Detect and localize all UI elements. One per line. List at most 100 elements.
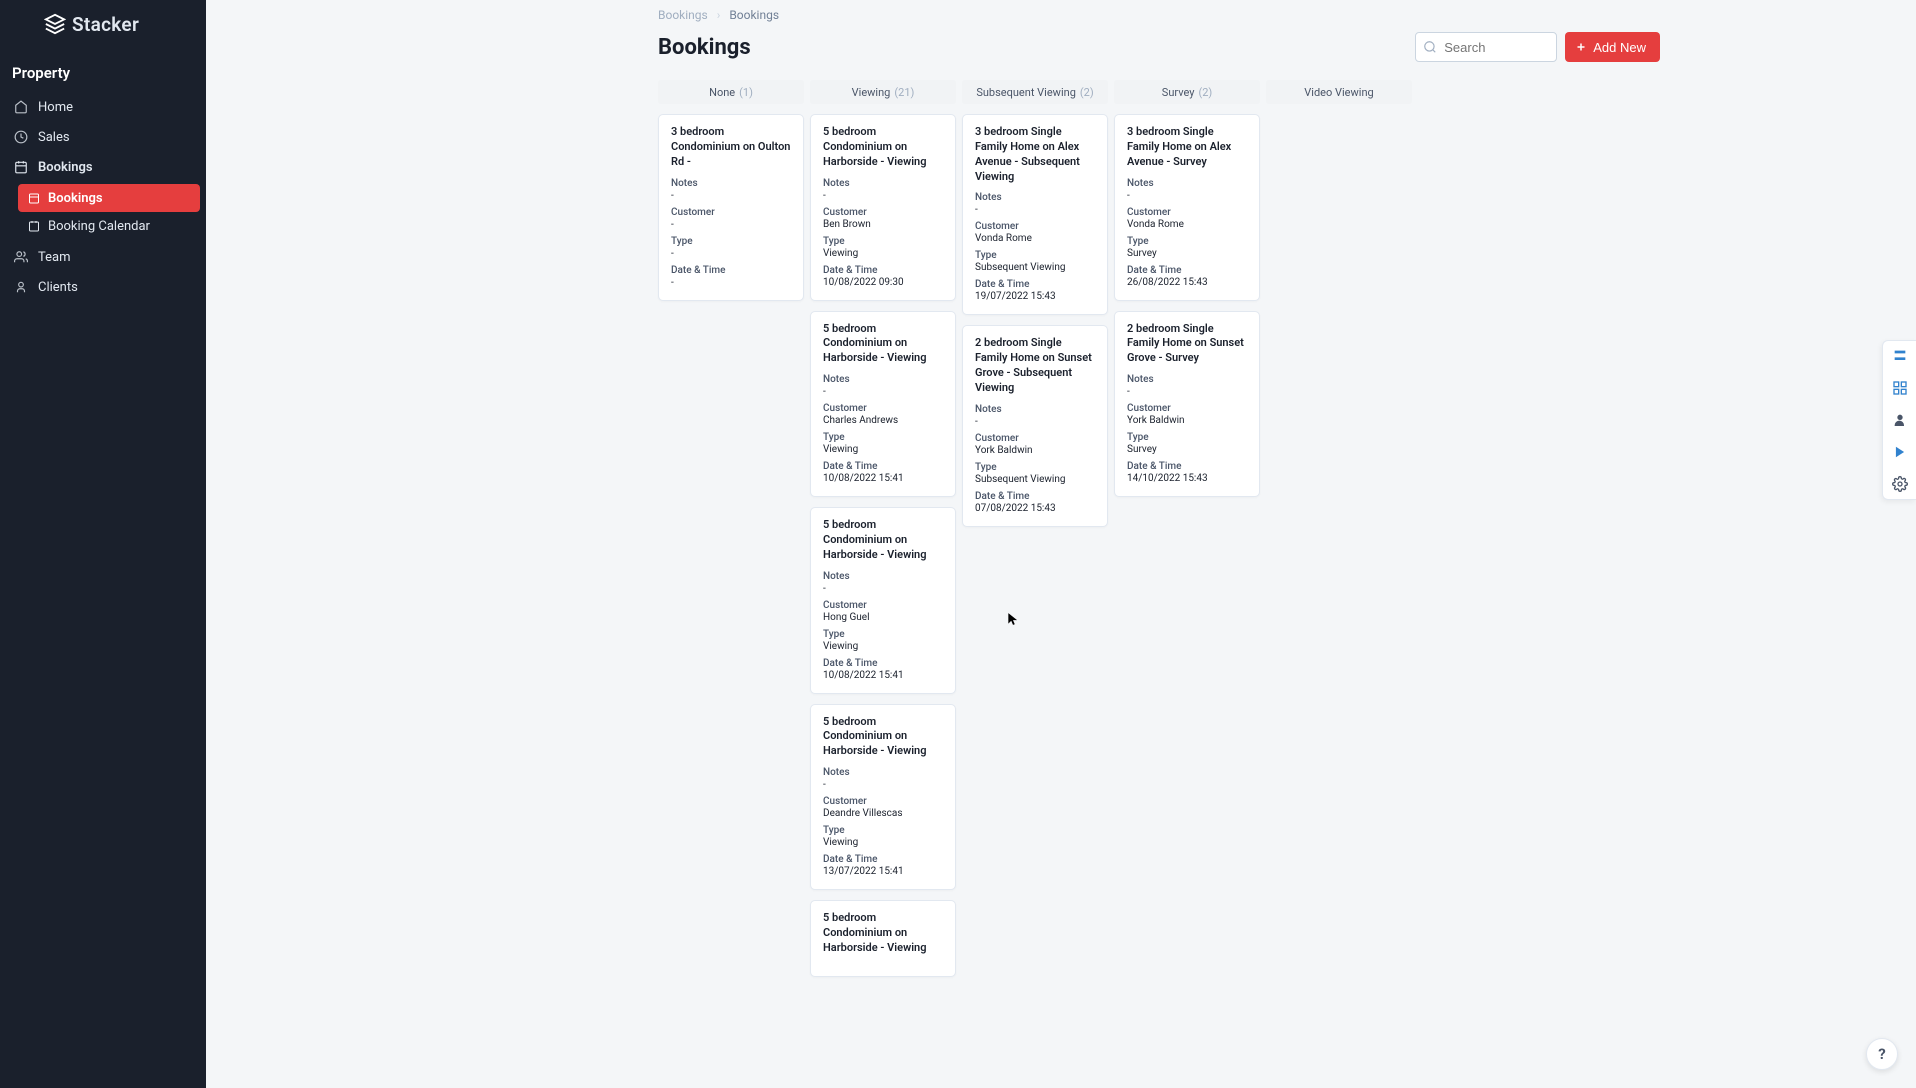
column-header[interactable]: Subsequent Viewing(2)	[962, 80, 1108, 104]
booking-card[interactable]: 5 bedroom Condominium on Harborside - Vi…	[810, 507, 956, 694]
card-field-label: Date & Time	[975, 491, 1095, 502]
card-field: Type Viewing	[823, 432, 943, 455]
booking-card[interactable]: 3 bedroom Single Family Home on Alex Ave…	[1114, 114, 1260, 301]
card-field-value: -	[1127, 190, 1247, 201]
column-name: Viewing	[852, 86, 891, 99]
add-new-button[interactable]: Add New	[1565, 32, 1660, 62]
card-field-label: Type	[823, 629, 943, 640]
card-field-value: York Baldwin	[1127, 415, 1247, 426]
card-field-label: Notes	[975, 192, 1095, 203]
card-field: Date & Time 19/07/2022 15:43	[975, 279, 1095, 302]
card-field-value: Subsequent Viewing	[975, 262, 1095, 273]
nav-home-label: Home	[38, 100, 73, 115]
search-icon	[1423, 40, 1437, 54]
help-button[interactable]: ?	[1866, 1038, 1898, 1070]
booking-card[interactable]: 2 bedroom Single Family Home on Sunset G…	[962, 325, 1108, 526]
card-field: Type -	[671, 236, 791, 259]
card-title: 3 bedroom Single Family Home on Alex Ave…	[975, 125, 1095, 184]
card-field-value: Viewing	[823, 837, 943, 848]
card-field-label: Notes	[823, 178, 943, 189]
card-field: Notes -	[823, 767, 943, 790]
booking-card[interactable]: 2 bedroom Single Family Home on Sunset G…	[1114, 311, 1260, 498]
card-field-label: Notes	[1127, 374, 1247, 385]
calendar-small-icon	[28, 192, 40, 204]
card-field-value: Subsequent Viewing	[975, 474, 1095, 485]
column-header[interactable]: Video Viewing	[1266, 80, 1412, 104]
card-field-value: -	[671, 219, 791, 230]
card-field-label: Type	[1127, 236, 1247, 247]
booking-card[interactable]: 3 bedroom Condominium on Oulton Rd - Not…	[658, 114, 804, 301]
card-field: Notes -	[1127, 178, 1247, 201]
column-count: (1)	[739, 86, 753, 99]
kanban-column: Video Viewing	[1266, 80, 1412, 987]
calendar-alt-icon	[28, 220, 40, 232]
nav-clients[interactable]: Clients	[0, 272, 206, 302]
card-field-value: 07/08/2022 15:43	[975, 503, 1095, 514]
home-icon	[14, 100, 28, 114]
card-field-value: 10/08/2022 15:41	[823, 473, 943, 484]
brand-logo[interactable]: Stacker	[0, 0, 206, 48]
breadcrumb-parent[interactable]: Bookings	[658, 8, 708, 22]
nav-sales-label: Sales	[38, 130, 70, 145]
card-field-label: Notes	[671, 178, 791, 189]
tool-grid-icon[interactable]	[1891, 379, 1909, 397]
tool-play-icon[interactable]	[1891, 443, 1909, 461]
tool-inspector-icon[interactable]	[1891, 347, 1909, 365]
card-title: 3 bedroom Single Family Home on Alex Ave…	[1127, 125, 1247, 170]
sidebar-section-title: Property	[0, 48, 206, 92]
card-field: Customer -	[671, 207, 791, 230]
card-field-label: Date & Time	[975, 279, 1095, 290]
card-field: Notes -	[823, 571, 943, 594]
card-field-value: Viewing	[823, 248, 943, 259]
card-field: Date & Time 07/08/2022 15:43	[975, 491, 1095, 514]
card-field-label: Notes	[823, 767, 943, 778]
sub-nav-calendar[interactable]: Booking Calendar	[18, 212, 200, 240]
nav-bookings[interactable]: Bookings	[0, 152, 206, 182]
kanban-board[interactable]: None(1) 3 bedroom Condominium on Oulton R…	[206, 80, 1916, 1088]
sidebar: Stacker Property Home Sales Bookings Boo…	[0, 0, 206, 1088]
calendar-icon	[14, 160, 28, 174]
card-title: 5 bedroom Condominium on Harborside - Vi…	[823, 518, 943, 563]
booking-card[interactable]: 3 bedroom Single Family Home on Alex Ave…	[962, 114, 1108, 315]
card-field-value: -	[823, 779, 943, 790]
card-field-label: Type	[975, 462, 1095, 473]
column-header[interactable]: Viewing(21)	[810, 80, 956, 104]
nav-sales[interactable]: Sales	[0, 122, 206, 152]
card-field: Date & Time -	[671, 265, 791, 288]
card-field-label: Notes	[1127, 178, 1247, 189]
booking-card[interactable]: 5 bedroom Condominium on Harborside - Vi…	[810, 900, 956, 977]
card-field-label: Type	[1127, 432, 1247, 443]
card-field-value: Viewing	[823, 641, 943, 652]
card-field-value: -	[823, 190, 943, 201]
card-field-value: 10/08/2022 09:30	[823, 277, 943, 288]
column-header[interactable]: None(1)	[658, 80, 804, 104]
column-name: Video Viewing	[1304, 86, 1373, 99]
sub-nav-calendar-label: Booking Calendar	[48, 219, 150, 234]
card-field-value: -	[823, 583, 943, 594]
nav-team[interactable]: Team	[0, 242, 206, 272]
booking-card[interactable]: 5 bedroom Condominium on Harborside - Vi…	[810, 114, 956, 301]
card-field: Date & Time 13/07/2022 15:41	[823, 854, 943, 877]
sub-nav: Bookings Booking Calendar	[18, 184, 200, 240]
card-field-value: -	[671, 277, 791, 288]
nav-home[interactable]: Home	[0, 92, 206, 122]
search-wrap	[1415, 32, 1557, 62]
booking-card[interactable]: 5 bedroom Condominium on Harborside - Vi…	[810, 704, 956, 891]
card-field-value: Survey	[1127, 248, 1247, 259]
booking-card[interactable]: 5 bedroom Condominium on Harborside - Vi…	[810, 311, 956, 498]
card-field-label: Date & Time	[1127, 461, 1247, 472]
card-title: 2 bedroom Single Family Home on Sunset G…	[1127, 322, 1247, 367]
sub-nav-bookings[interactable]: Bookings	[18, 184, 200, 212]
column-header[interactable]: Survey(2)	[1114, 80, 1260, 104]
card-field: Type Subsequent Viewing	[975, 462, 1095, 485]
card-field-value: 14/10/2022 15:43	[1127, 473, 1247, 484]
card-field: Customer York Baldwin	[975, 433, 1095, 456]
card-field: Type Subsequent Viewing	[975, 250, 1095, 273]
nav-clients-label: Clients	[38, 280, 78, 295]
card-field: Customer Vonda Rome	[975, 221, 1095, 244]
card-field-label: Notes	[823, 374, 943, 385]
tool-gear-icon[interactable]	[1891, 475, 1909, 493]
card-field-value: York Baldwin	[975, 445, 1095, 456]
card-field-label: Date & Time	[1127, 265, 1247, 276]
tool-user-icon[interactable]	[1891, 411, 1909, 429]
